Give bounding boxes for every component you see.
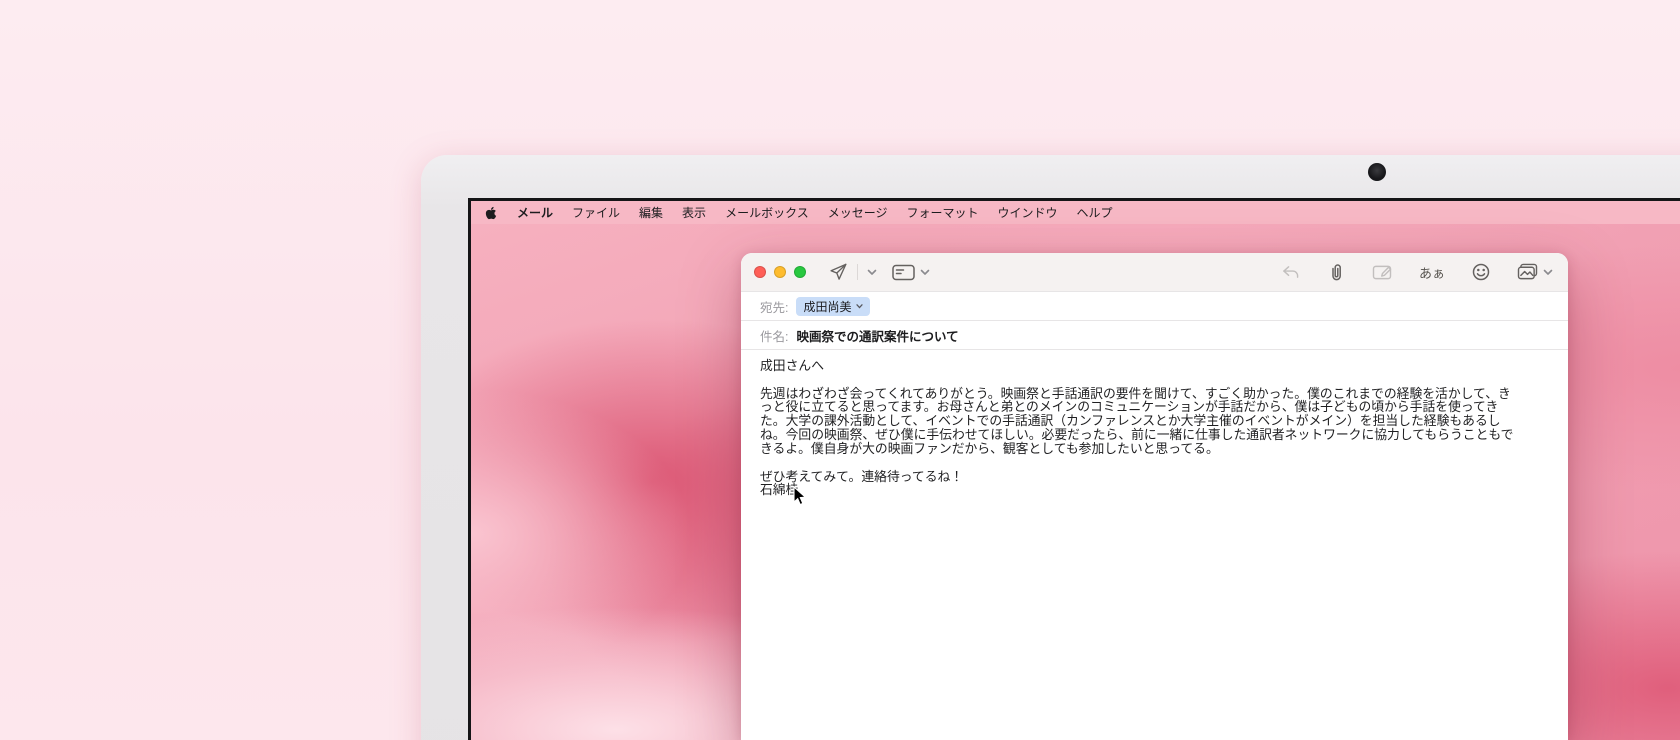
to-field-row[interactable]: 宛先: 成田尚美 bbox=[741, 292, 1568, 320]
close-button[interactable] bbox=[754, 266, 766, 278]
undo-icon[interactable] bbox=[1281, 264, 1300, 281]
menu-item[interactable]: ヘルプ bbox=[1077, 204, 1113, 221]
send-cluster bbox=[828, 262, 930, 282]
zoom-button[interactable] bbox=[794, 266, 806, 278]
minimize-button[interactable] bbox=[774, 266, 786, 278]
paperclip-icon[interactable] bbox=[1327, 263, 1345, 282]
menu-item[interactable]: 編集 bbox=[639, 204, 663, 221]
menu-item[interactable]: メール bbox=[517, 204, 553, 221]
mouse-cursor bbox=[793, 486, 810, 507]
compose-toolbar: あぁ bbox=[741, 253, 1568, 291]
traffic-lights bbox=[754, 266, 806, 278]
message-body-editor[interactable]: 成田さんへ 先週はわざわざ会ってくれてありがとう。映画祭と手話通訳の要件を聞けて… bbox=[741, 350, 1568, 497]
subject-label: 件名: bbox=[760, 326, 788, 345]
toolbar-separator bbox=[857, 264, 858, 280]
photo-browser-cluster bbox=[1517, 263, 1553, 281]
menu-item[interactable]: ファイル bbox=[572, 204, 620, 221]
menu-item[interactable]: 表示 bbox=[682, 204, 706, 221]
send-options-chevron-icon[interactable] bbox=[867, 269, 877, 276]
subject-input[interactable]: 映画祭での通訳案件について bbox=[796, 326, 958, 345]
photo-browser-chevron-icon[interactable] bbox=[1543, 269, 1553, 276]
header-fields-chevron-icon[interactable] bbox=[920, 269, 930, 276]
menu-item[interactable]: フォーマット bbox=[906, 204, 978, 221]
markup-icon[interactable] bbox=[1372, 264, 1392, 281]
recipient-token[interactable]: 成田尚美 bbox=[796, 297, 869, 316]
recipient-chevron-icon bbox=[856, 304, 863, 309]
menu-items: メール ファイル 編集 表示 メールボックス メッセージ フォーマット ウインドウ ヘルプ bbox=[517, 204, 1113, 221]
emoji-icon[interactable] bbox=[1472, 263, 1490, 281]
facetime-camera bbox=[1368, 163, 1386, 181]
photo-browser-icon[interactable] bbox=[1517, 263, 1538, 281]
subject-field-row[interactable]: 件名: 映画祭での通訳案件について bbox=[741, 321, 1568, 349]
menu-bar: メール ファイル 編集 表示 メールボックス メッセージ フォーマット ウインドウ ヘルプ bbox=[471, 201, 1680, 224]
mail-compose-window: あぁ 宛先: 成田尚美 bbox=[741, 253, 1568, 740]
header-fields-button[interactable] bbox=[892, 264, 915, 281]
text-format-button[interactable]: あぁ bbox=[1419, 263, 1445, 282]
menu-item[interactable]: メッセージ bbox=[828, 204, 888, 221]
send-button[interactable] bbox=[828, 262, 848, 282]
menu-item[interactable]: メールボックス bbox=[725, 204, 809, 221]
recipient-name: 成田尚美 bbox=[803, 298, 851, 315]
menu-item[interactable]: ウインドウ bbox=[998, 204, 1058, 221]
apple-menu-icon[interactable] bbox=[485, 205, 498, 220]
to-label: 宛先: bbox=[760, 297, 788, 316]
desktop: メール ファイル 編集 表示 メールボックス メッセージ フォーマット ウインドウ ヘルプ bbox=[0, 0, 1680, 740]
toolbar-right-tools: あぁ bbox=[1281, 263, 1553, 282]
